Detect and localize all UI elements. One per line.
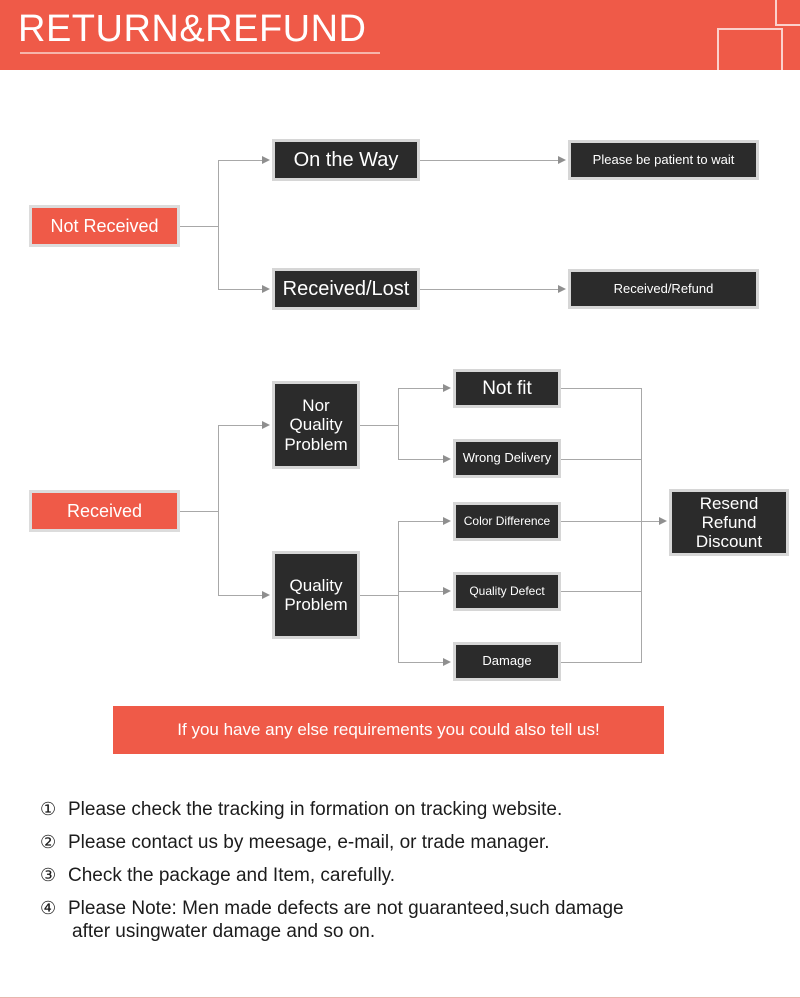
connector-nor-quality-stem bbox=[360, 425, 398, 426]
arrowhead-quality-problem bbox=[262, 591, 270, 599]
connector-not-received-stem bbox=[180, 226, 218, 227]
arrowhead-wrong-delivery bbox=[443, 455, 451, 463]
arrowhead-quality-defect bbox=[443, 587, 451, 595]
connector-to-damage bbox=[398, 662, 444, 663]
list-item-text-line1: Please Note: Men made defects are not gu… bbox=[68, 898, 624, 919]
list-item-text: Please check the tracking in formation o… bbox=[68, 799, 563, 820]
list-item: ③ Check the package and Item, carefully. bbox=[40, 864, 770, 887]
connector-to-not-fit bbox=[398, 388, 444, 389]
connector-quality-bus bbox=[398, 521, 399, 662]
arrowhead-damage bbox=[443, 658, 451, 666]
list-item-number: ④ bbox=[40, 898, 57, 918]
node-damage: Damage bbox=[453, 642, 561, 681]
connector-to-received-lost bbox=[218, 289, 263, 290]
list-item-text: Please Note: Men made defects are not gu… bbox=[68, 897, 770, 943]
list-item: ① Please check the tracking in formation… bbox=[40, 798, 770, 821]
list-item-text: Check the package and Item, carefully. bbox=[68, 865, 396, 886]
connector-quality-stem bbox=[360, 595, 398, 596]
connector-quality-defect-out bbox=[561, 591, 642, 592]
instructions-list: ① Please check the tracking in formation… bbox=[40, 798, 770, 953]
connector-to-nor-quality-problem bbox=[218, 425, 263, 426]
node-wrong-delivery: Wrong Delivery bbox=[453, 439, 561, 478]
connector-bus-to-outcome bbox=[561, 521, 660, 522]
connector-to-color-difference bbox=[398, 521, 444, 522]
arrowhead-received-refund bbox=[558, 285, 566, 293]
connector-received-lost-to-result bbox=[420, 289, 559, 290]
notice-text: If you have any else requirements you co… bbox=[177, 720, 600, 739]
node-please-be-patient: Please be patient to wait bbox=[568, 140, 759, 180]
connector-not-fit-out bbox=[561, 388, 642, 389]
arrowhead-on-the-way bbox=[262, 156, 270, 164]
connector-to-quality-defect bbox=[398, 591, 444, 592]
node-resend-refund-discount: Resend Refund Discount bbox=[669, 489, 789, 556]
connector-wrong-delivery-out bbox=[561, 459, 642, 460]
connector-to-quality-problem bbox=[218, 595, 263, 596]
node-received-refund: Received/Refund bbox=[568, 269, 759, 309]
node-nor-quality-problem: Nor Quality Problem bbox=[272, 381, 360, 469]
arrowhead-not-fit bbox=[443, 384, 451, 392]
node-on-the-way: On the Way bbox=[272, 139, 420, 181]
connector-damage-out bbox=[561, 662, 642, 663]
page-title: RETURN&REFUND bbox=[18, 8, 367, 50]
title-underline bbox=[20, 52, 380, 54]
node-received: Received bbox=[29, 490, 180, 532]
node-color-difference: Color Difference bbox=[453, 502, 561, 541]
return-refund-policy-page: RETURN&REFUND Not Received On the Way Re… bbox=[0, 0, 800, 998]
node-quality-problem: Quality Problem bbox=[272, 551, 360, 639]
node-received-lost: Received/Lost bbox=[272, 268, 420, 310]
list-item-number: ② bbox=[40, 832, 57, 852]
arrowhead-please-be-patient bbox=[558, 156, 566, 164]
connector-outcome-bus bbox=[641, 388, 642, 662]
connector-to-wrong-delivery bbox=[398, 459, 444, 460]
arrowhead-resend-refund-discount bbox=[659, 517, 667, 525]
connector-nor-quality-bus bbox=[398, 388, 399, 459]
list-item-text: Please contact us by meesage, e-mail, or… bbox=[68, 832, 550, 853]
arrowhead-received-lost bbox=[262, 285, 270, 293]
arrowhead-color-difference bbox=[443, 517, 451, 525]
decorative-square-icon-top bbox=[775, 0, 800, 26]
connector-not-received-bus bbox=[218, 160, 219, 289]
connector-received-bus bbox=[218, 425, 219, 595]
list-item: ④ Please Note: Men made defects are not … bbox=[40, 897, 770, 943]
arrowhead-nor-quality-problem bbox=[262, 421, 270, 429]
node-quality-defect: Quality Defect bbox=[453, 572, 561, 611]
list-item-text-line2: after usingwater damage and so on. bbox=[72, 921, 376, 942]
list-item-number: ③ bbox=[40, 865, 57, 885]
page-header: RETURN&REFUND bbox=[0, 0, 800, 70]
node-not-received: Not Received bbox=[29, 205, 180, 247]
node-not-fit: Not fit bbox=[453, 369, 561, 408]
extra-requirements-notice: If you have any else requirements you co… bbox=[113, 706, 664, 754]
connector-received-stem bbox=[180, 511, 218, 512]
connector-to-on-the-way bbox=[218, 160, 263, 161]
decorative-square-icon-bottom bbox=[717, 28, 783, 70]
list-item: ② Please contact us by meesage, e-mail, … bbox=[40, 831, 770, 854]
connector-on-the-way-to-result bbox=[420, 160, 559, 161]
list-item-number: ① bbox=[40, 799, 57, 819]
